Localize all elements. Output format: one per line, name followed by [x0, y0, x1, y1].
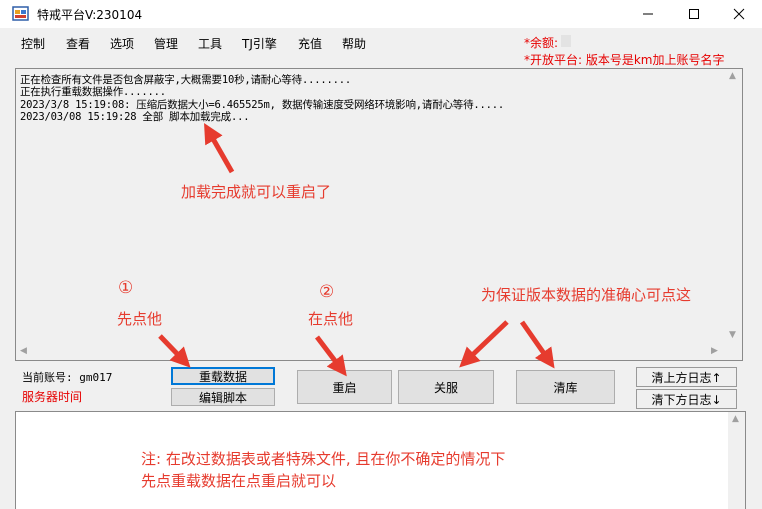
maximize-icon [689, 9, 699, 19]
annotation-step1-number: ① [118, 278, 134, 298]
annotation-step1-text: 先点他 [117, 310, 163, 328]
log-line: 2023/3/8 15:19:08: 压缩后数据大小=6.465525m, 数据… [20, 99, 504, 111]
scroll-corner [725, 343, 742, 360]
scroll-right-icon[interactable]: ▶ [711, 346, 718, 356]
balance-label: *余额: [524, 36, 559, 50]
server-time-label: 服务器时间 [22, 390, 83, 404]
balance-value-box [561, 35, 571, 47]
shutdown-button[interactable]: 关服 [398, 370, 494, 404]
app-icon [12, 6, 29, 21]
platform-note: *开放平台: 版本号是km加上账号名字 [524, 53, 725, 67]
minimize-button[interactable] [625, 0, 671, 28]
annotation-step2-number: ② [319, 282, 335, 302]
maximize-button[interactable] [671, 0, 717, 28]
menu-tools[interactable]: 工具 [198, 35, 222, 52]
annotation-accuracy: 为保证版本数据的准确心可点这 [481, 286, 692, 304]
note-line-2: 先点重载数据在点重启就可以 [141, 472, 337, 490]
scroll-down-icon[interactable]: ▼ [729, 330, 736, 340]
current-account-label: 当前账号: gm017 [22, 371, 113, 384]
clear-upper-log-button[interactable]: 清上方日志↑ [636, 367, 737, 387]
close-button[interactable] [716, 0, 762, 28]
notes-vertical-scrollbar[interactable]: ▲ [728, 412, 745, 509]
menu-view[interactable]: 查看 [66, 35, 90, 52]
log-vertical-scrollbar[interactable]: ▲ ▼ [725, 69, 742, 343]
menu-control[interactable]: 控制 [21, 35, 45, 52]
title-bar: 特戒平台V:230104 [0, 0, 762, 28]
clear-lower-log-button[interactable]: 清下方日志↓ [636, 389, 737, 409]
menu-manage[interactable]: 管理 [154, 35, 178, 52]
log-line: 正在执行重载数据操作....... [20, 86, 166, 98]
restart-button[interactable]: 重启 [297, 370, 392, 404]
close-icon [733, 8, 745, 20]
log-horizontal-scrollbar[interactable]: ◀ ▶ [16, 343, 726, 360]
reload-data-button[interactable]: 重载数据 [171, 367, 275, 385]
menu-recharge[interactable]: 充值 [298, 35, 322, 52]
scroll-left-icon[interactable]: ◀ [20, 346, 27, 356]
scroll-up-icon[interactable]: ▲ [732, 414, 739, 424]
edit-script-button[interactable]: 编辑脚本 [171, 388, 275, 406]
clear-database-button[interactable]: 清库 [516, 370, 615, 404]
log-line: 2023/03/08 15:19:28 全部 脚本加载完成... [20, 111, 250, 123]
note-line-1: 注: 在改过数据表或者特殊文件, 且在你不确定的情况下 [141, 450, 506, 468]
menu-tj-engine[interactable]: TJ引擎 [242, 35, 277, 52]
menu-help[interactable]: 帮助 [342, 35, 366, 52]
annotation-step2-text: 在点他 [308, 310, 354, 328]
minimize-icon [643, 13, 653, 15]
menu-options[interactable]: 选项 [110, 35, 134, 52]
scroll-up-icon[interactable]: ▲ [729, 71, 736, 81]
log-line: 正在检查所有文件是否包含屏蔽字,大概需要10秒,请耐心等待........ [20, 74, 351, 86]
annotation-loaded: 加载完成就可以重启了 [181, 183, 332, 201]
window-title: 特戒平台V:230104 [37, 8, 143, 22]
